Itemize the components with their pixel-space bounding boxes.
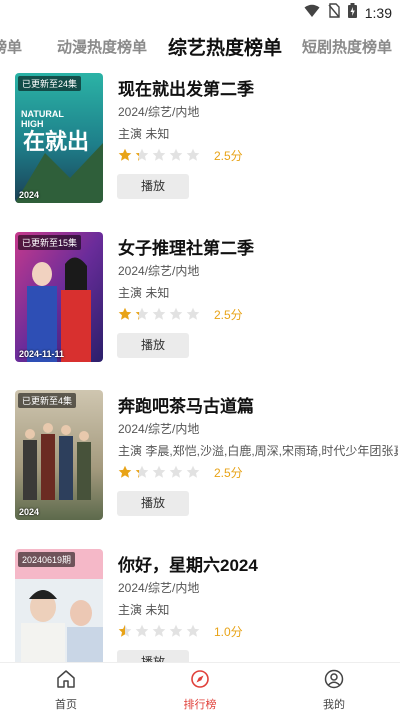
rating: 2.5分 <box>118 147 243 163</box>
category-tabs: 榜单 动漫热度榜单 综艺热度榜单 短剧热度榜单 <box>0 26 400 66</box>
star-icon <box>135 307 149 320</box>
no-sim-icon <box>328 3 340 23</box>
star-icon <box>186 624 200 637</box>
home-icon <box>56 670 76 693</box>
poster-year: 2024-11-11 <box>19 349 65 359</box>
star-icon <box>135 624 149 637</box>
show-title[interactable]: 奔跑吧茶马古道篇 <box>118 392 254 417</box>
poster-image[interactable]: 20240619期 <box>15 549 103 662</box>
score-text: 2.5分 <box>214 148 243 163</box>
poster-year: 2024 <box>19 190 40 200</box>
star-icon <box>186 465 200 478</box>
nav-profile-label: 我的 <box>323 699 345 711</box>
star-rating <box>118 624 200 638</box>
show-meta: 2024/综艺/内地 <box>118 264 200 278</box>
show-cast: 主演 未知 <box>118 603 170 617</box>
show-title[interactable]: 女子推理社第二季 <box>118 234 254 259</box>
bottom-nav: 首页 排行榜 我的 <box>0 662 400 713</box>
rating: 2.5分 <box>118 306 243 322</box>
tab-variety[interactable]: 综艺热度榜单 <box>168 33 282 60</box>
battery-icon <box>347 3 357 23</box>
status-time: 1:39 <box>364 5 392 21</box>
update-badge: 已更新至24集 <box>18 76 82 91</box>
nav-ranking-label: 排行榜 <box>183 699 217 711</box>
nav-ranking[interactable]: 排行榜 <box>160 669 240 712</box>
status-bar: 1:39 <box>0 0 400 24</box>
star-icon <box>186 148 200 161</box>
update-badge: 已更新至4集 <box>18 393 77 408</box>
star-icon <box>118 624 132 637</box>
star-icon <box>169 624 183 637</box>
star-icon <box>118 148 132 161</box>
list-item[interactable]: 已更新至4集 2024 奔跑吧茶马古道篇 2024/综艺/内地 主演 李晨,郑恺… <box>0 383 400 533</box>
poster-image[interactable]: 在就出 已更新至24集 NATURAL HIGH 2024 <box>15 73 103 203</box>
tab-anime[interactable]: 动漫热度榜单 <box>57 36 147 57</box>
show-cast: 主演 未知 <box>118 127 170 141</box>
show-title[interactable]: 现在就出发第二季 <box>118 75 254 100</box>
compass-icon <box>190 670 210 693</box>
star-icon <box>169 465 183 478</box>
star-icon <box>118 465 132 478</box>
list-item[interactable]: 20240619期 你好，星期六2024 2024/综艺/内地 主演 未知 1.… <box>0 542 400 662</box>
rating: 1.0分 <box>118 623 243 639</box>
poster-image[interactable]: 已更新至15集 2024-11-11 <box>15 232 103 362</box>
list-item[interactable]: 在就出 已更新至24集 NATURAL HIGH 2024 现在就出发第二季 2… <box>0 66 400 216</box>
star-icon <box>186 307 200 320</box>
nav-home[interactable]: 首页 <box>26 669 106 712</box>
wifi-icon <box>304 4 320 23</box>
update-badge: 已更新至15集 <box>18 235 82 250</box>
star-icon <box>118 307 132 320</box>
show-cast: 主演 李晨,郑恺,沙溢,白鹿,周深,宋雨琦,时代少年团张真源 <box>118 444 398 458</box>
star-rating <box>118 307 200 321</box>
show-cast: 主演 未知 <box>118 286 170 300</box>
ranking-list: 在就出 已更新至24集 NATURAL HIGH 2024 现在就出发第二季 2… <box>0 66 400 662</box>
poster-year: 2024 <box>19 507 40 517</box>
star-icon <box>135 465 149 478</box>
play-button[interactable]: 播放 <box>117 650 189 662</box>
list-item[interactable]: 已更新至15集 2024-11-11 女子推理社第二季 2024/综艺/内地 主… <box>0 225 400 375</box>
star-icon <box>135 148 149 161</box>
star-icon <box>169 148 183 161</box>
score-text: 2.5分 <box>214 465 243 480</box>
play-button[interactable]: 播放 <box>117 174 189 199</box>
star-rating <box>118 465 200 479</box>
poster-logo-text: NATURAL HIGH <box>21 109 64 129</box>
svg-text:在就出: 在就出 <box>23 129 89 155</box>
star-icon <box>152 148 166 161</box>
nav-home-label: 首页 <box>55 699 77 711</box>
star-icon <box>152 624 166 637</box>
nav-profile[interactable]: 我的 <box>294 669 374 712</box>
poster-image[interactable]: 已更新至4集 2024 <box>15 390 103 520</box>
score-text: 1.0分 <box>214 624 243 639</box>
star-icon <box>152 307 166 320</box>
tab-short-drama[interactable]: 短剧热度榜单 <box>302 36 392 57</box>
update-badge: 20240619期 <box>18 552 76 567</box>
show-meta: 2024/综艺/内地 <box>118 581 200 595</box>
star-rating <box>118 148 200 162</box>
score-text: 2.5分 <box>214 307 243 322</box>
show-meta: 2024/综艺/内地 <box>118 422 200 436</box>
rating: 2.5分 <box>118 464 243 480</box>
show-meta: 2024/综艺/内地 <box>118 105 200 119</box>
tab-partial[interactable]: 榜单 <box>0 36 22 57</box>
star-icon <box>152 465 166 478</box>
play-button[interactable]: 播放 <box>117 333 189 358</box>
show-title[interactable]: 你好，星期六2024 <box>118 551 258 576</box>
star-icon <box>169 307 183 320</box>
play-button[interactable]: 播放 <box>117 491 189 516</box>
profile-icon <box>324 669 344 693</box>
